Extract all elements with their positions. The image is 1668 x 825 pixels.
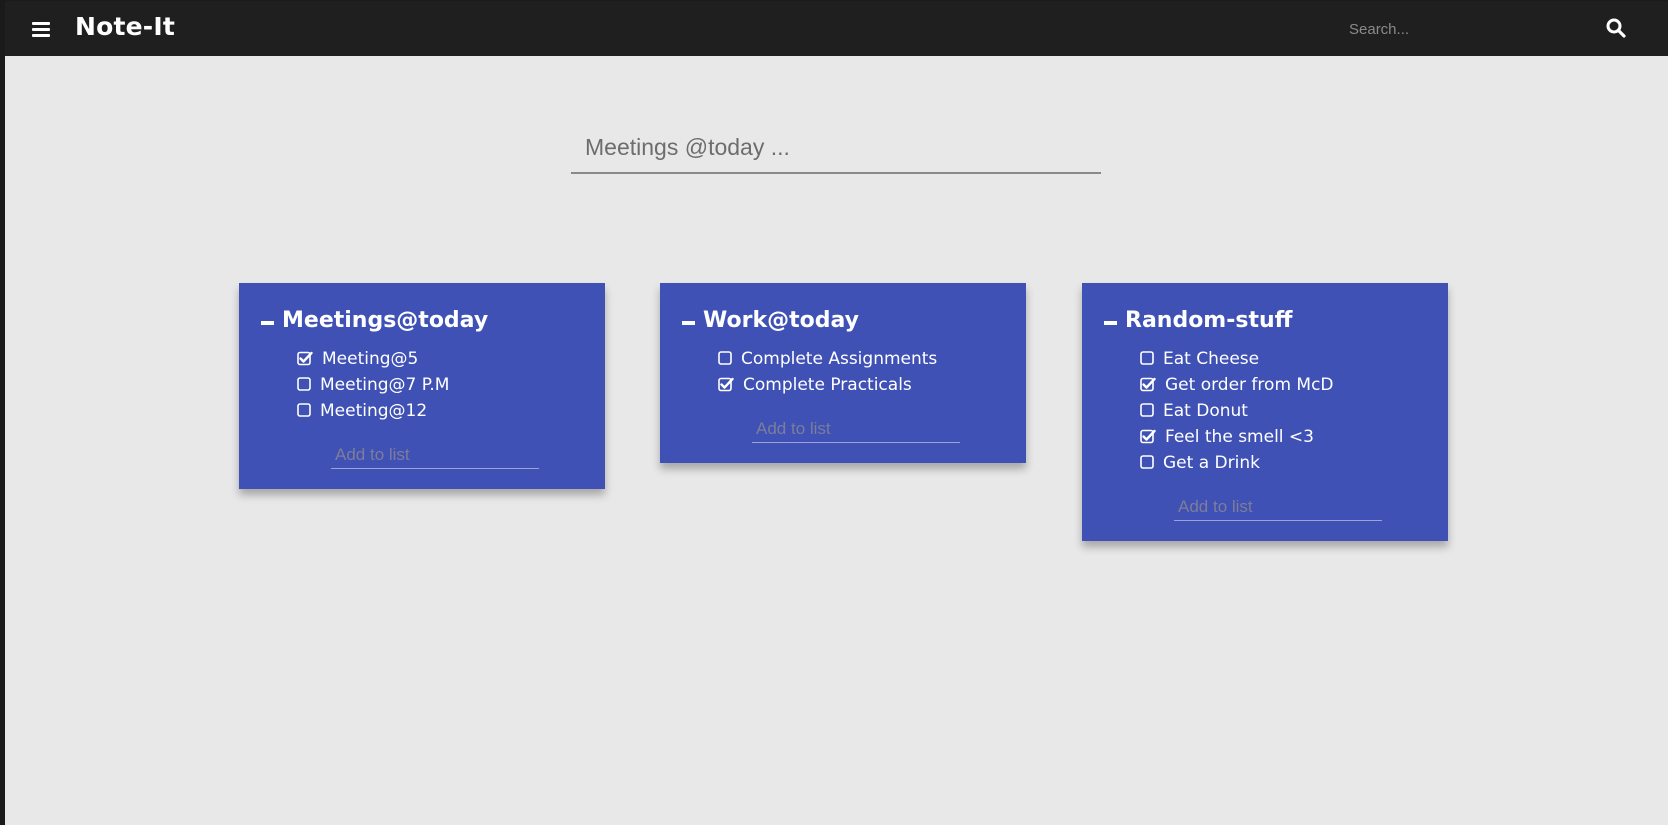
list-card-random: Random-stuff Eat Cheese Get order from M… xyxy=(1082,283,1448,541)
collapse-minus-icon[interactable] xyxy=(261,321,274,325)
checklist: Eat Cheese Get order from McD Eat Donut … xyxy=(1082,347,1448,477)
item-label: Eat Donut xyxy=(1163,401,1248,421)
checkbox-unchecked-icon[interactable] xyxy=(297,403,312,418)
item-label: Eat Cheese xyxy=(1163,349,1260,369)
card-title: Meetings@today xyxy=(282,308,489,333)
hamburger-menu-icon[interactable] xyxy=(27,17,55,41)
collapse-minus-icon[interactable] xyxy=(682,321,695,325)
checkbox-checked-icon[interactable] xyxy=(297,351,313,366)
add-to-list-input[interactable] xyxy=(331,441,539,469)
checkbox-checked-icon[interactable] xyxy=(1140,377,1156,392)
card-header: Work@today xyxy=(660,305,1026,339)
item-label: Complete Assignments xyxy=(741,349,938,369)
collapse-minus-icon[interactable] xyxy=(1104,321,1117,325)
checklist: Meeting@5 Meeting@7 P.M Meeting@12 xyxy=(239,347,605,425)
item-label: Meeting@12 xyxy=(320,401,428,421)
top-navbar: Note-It xyxy=(5,1,1668,56)
checkbox-checked-icon[interactable] xyxy=(718,377,734,392)
list-item: Meeting@12 xyxy=(239,399,605,425)
search-icon[interactable] xyxy=(1605,17,1629,41)
search-input[interactable] xyxy=(1347,15,1581,43)
list-item: Eat Donut xyxy=(1082,399,1448,425)
list-card-work: Work@today Complete Assignments Complete… xyxy=(660,283,1026,463)
checkbox-unchecked-icon[interactable] xyxy=(1140,351,1155,366)
add-to-list-input[interactable] xyxy=(752,415,960,443)
add-to-list-input[interactable] xyxy=(1174,493,1382,521)
item-label: Get order from McD xyxy=(1165,375,1334,395)
new-list-title-input[interactable] xyxy=(571,122,1101,174)
app-title: Note-It xyxy=(75,12,176,41)
checkbox-checked-icon[interactable] xyxy=(1140,429,1156,444)
list-item: Feel the smell <3 xyxy=(1082,425,1448,451)
checkbox-unchecked-icon[interactable] xyxy=(1140,403,1155,418)
checkbox-unchecked-icon[interactable] xyxy=(1140,455,1155,470)
item-label: Get a Drink xyxy=(1163,453,1260,473)
list-card-meetings: Meetings@today Meeting@5 Meeting@7 P.M M… xyxy=(239,283,605,489)
checkbox-unchecked-icon[interactable] xyxy=(718,351,733,366)
list-item: Get a Drink xyxy=(1082,451,1448,477)
checkbox-unchecked-icon[interactable] xyxy=(297,377,312,392)
checklist: Complete Assignments Complete Practicals xyxy=(660,347,1026,399)
item-label: Meeting@5 xyxy=(322,349,419,369)
item-label: Feel the smell <3 xyxy=(1165,427,1314,447)
list-item: Get order from McD xyxy=(1082,373,1448,399)
list-item: Meeting@7 P.M xyxy=(239,373,605,399)
list-item: Complete Practicals xyxy=(660,373,1026,399)
card-header: Meetings@today xyxy=(239,305,605,339)
item-label: Meeting@7 P.M xyxy=(320,375,450,395)
card-title: Work@today xyxy=(703,308,859,333)
list-item: Meeting@5 xyxy=(239,347,605,373)
card-header: Random-stuff xyxy=(1082,305,1448,339)
item-label: Complete Practicals xyxy=(743,375,912,395)
list-item: Complete Assignments xyxy=(660,347,1026,373)
list-item: Eat Cheese xyxy=(1082,347,1448,373)
card-title: Random-stuff xyxy=(1125,308,1293,333)
